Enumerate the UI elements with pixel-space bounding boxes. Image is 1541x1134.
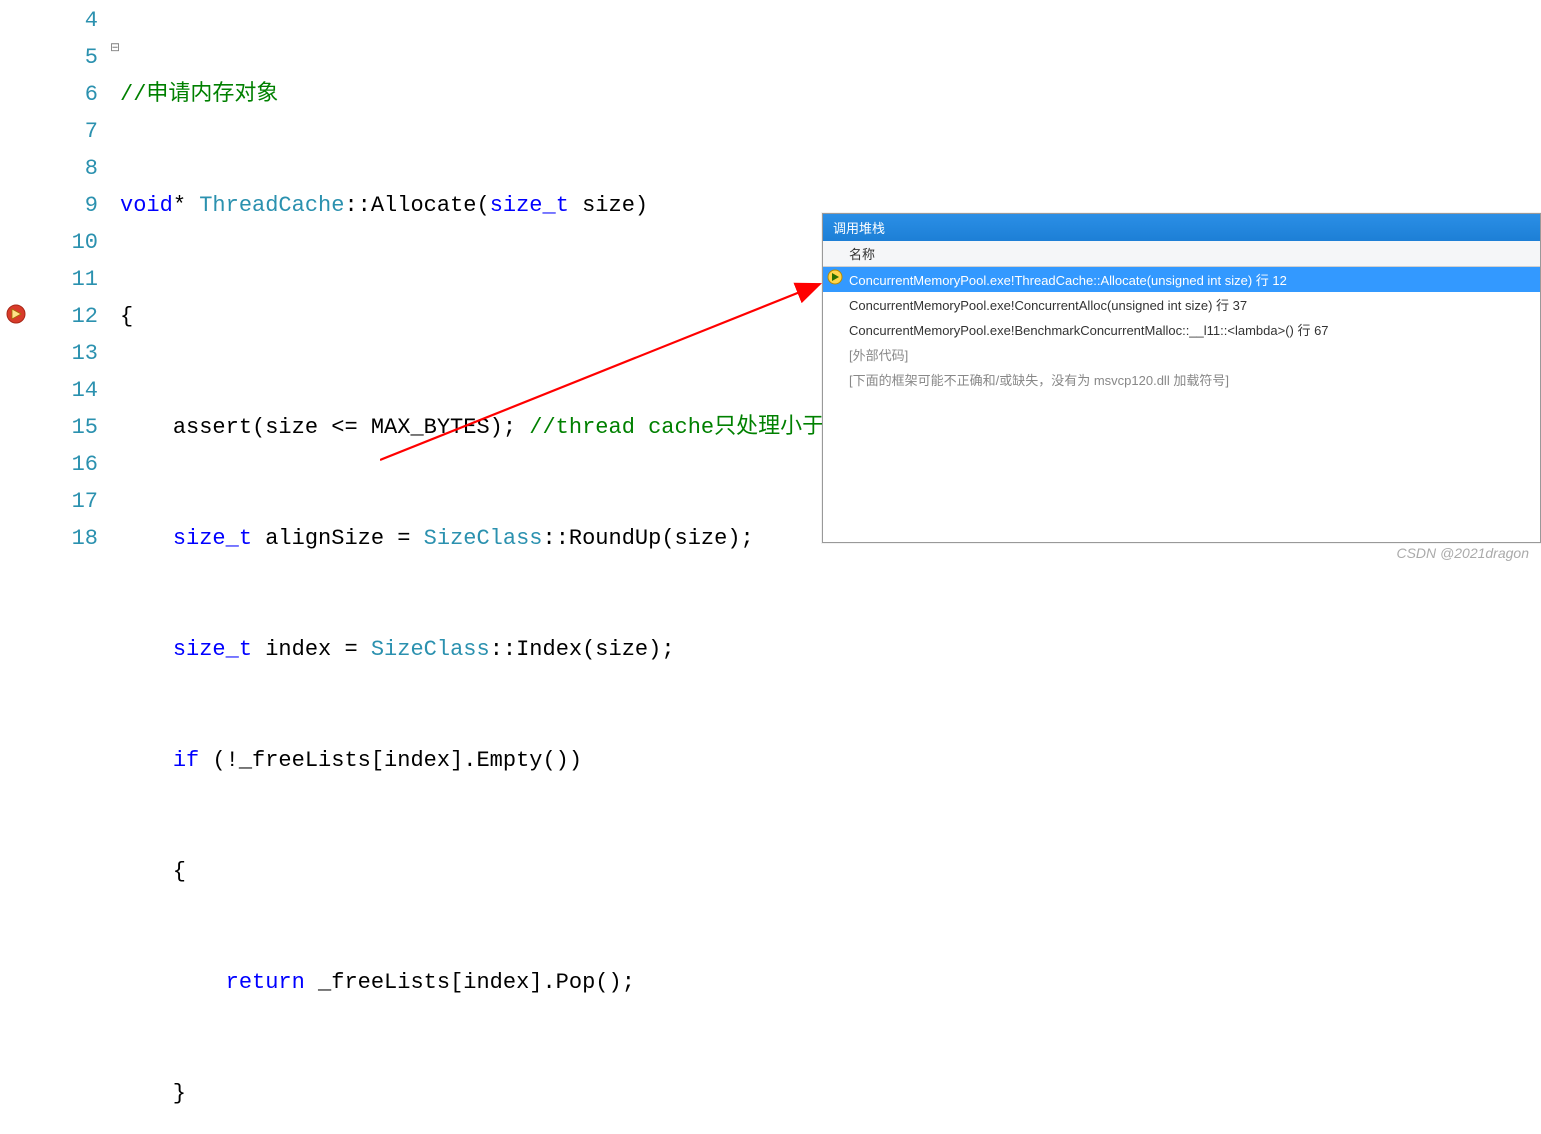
callstack-row[interactable]: ConcurrentMemoryPool.exe!ThreadCache::Al… [823, 267, 1540, 292]
code-area[interactable]: //申请内存对象 void* ThreadCache::Allocate(siz… [120, 0, 1097, 1134]
line-number: 17 [0, 483, 98, 520]
line-number: 11 [0, 261, 98, 298]
callstack-row-text: ConcurrentMemoryPool.exe!ThreadCache::Al… [849, 273, 1287, 288]
callstack-row[interactable]: ConcurrentMemoryPool.exe!BenchmarkConcur… [823, 317, 1540, 342]
code-line: return _freeLists[index].Pop(); [120, 964, 1097, 1001]
current-frame-arrow-icon [827, 269, 843, 285]
line-number: 13 [0, 335, 98, 372]
line-number: 14 [0, 372, 98, 409]
code-line: if (!_freeLists[index].Empty()) [120, 742, 1097, 779]
callstack-row-text: [外部代码] [849, 348, 908, 363]
callstack-row-text: ConcurrentMemoryPool.exe!ConcurrentAlloc… [849, 298, 1247, 313]
collapse-icon[interactable]: ⊟ [110, 41, 120, 53]
code-line: } [120, 1075, 1097, 1112]
line-number: 4 [0, 2, 98, 39]
line-number: 9 [0, 187, 98, 224]
line-number: 5 [0, 39, 98, 76]
line-number: 18 [0, 520, 98, 557]
line-number: 8 [0, 150, 98, 187]
line-number: 10 [0, 224, 98, 261]
breakpoint-current-line-icon[interactable] [5, 303, 27, 325]
code-line: //申请内存对象 [120, 76, 1097, 113]
callstack-row-text: [下面的框架可能不正确和/或缺失，没有为 msvcp120.dll 加载符号] [849, 373, 1229, 388]
callstack-panel[interactable]: 调用堆栈 名称 ConcurrentMemoryPool.exe!ThreadC… [822, 213, 1541, 543]
callstack-row[interactable]: ConcurrentMemoryPool.exe!ConcurrentAlloc… [823, 292, 1540, 317]
callstack-row-text: ConcurrentMemoryPool.exe!BenchmarkConcur… [849, 323, 1329, 338]
callstack-row[interactable]: [外部代码] [823, 342, 1540, 367]
line-number: 15 [0, 409, 98, 446]
watermark: CSDN @2021dragon [1396, 545, 1529, 561]
code-line: size_t index = SizeClass::Index(size); [120, 631, 1097, 668]
code-line: { [120, 853, 1097, 890]
line-number: 16 [0, 446, 98, 483]
code-editor[interactable]: 4 5 6 7 8 9 10 11 12 13 14 15 16 17 18 ⊟… [0, 0, 1541, 567]
callstack-title: 调用堆栈 [823, 214, 1540, 241]
callstack-row[interactable]: [下面的框架可能不正确和/或缺失，没有为 msvcp120.dll 加载符号] [823, 367, 1540, 392]
callstack-rows: ConcurrentMemoryPool.exe!ThreadCache::Al… [823, 267, 1540, 392]
line-number: 7 [0, 113, 98, 150]
line-number: 6 [0, 76, 98, 113]
callstack-header-name[interactable]: 名称 [823, 241, 1540, 267]
line-number-gutter: 4 5 6 7 8 9 10 11 12 13 14 15 16 17 18 [0, 0, 110, 567]
